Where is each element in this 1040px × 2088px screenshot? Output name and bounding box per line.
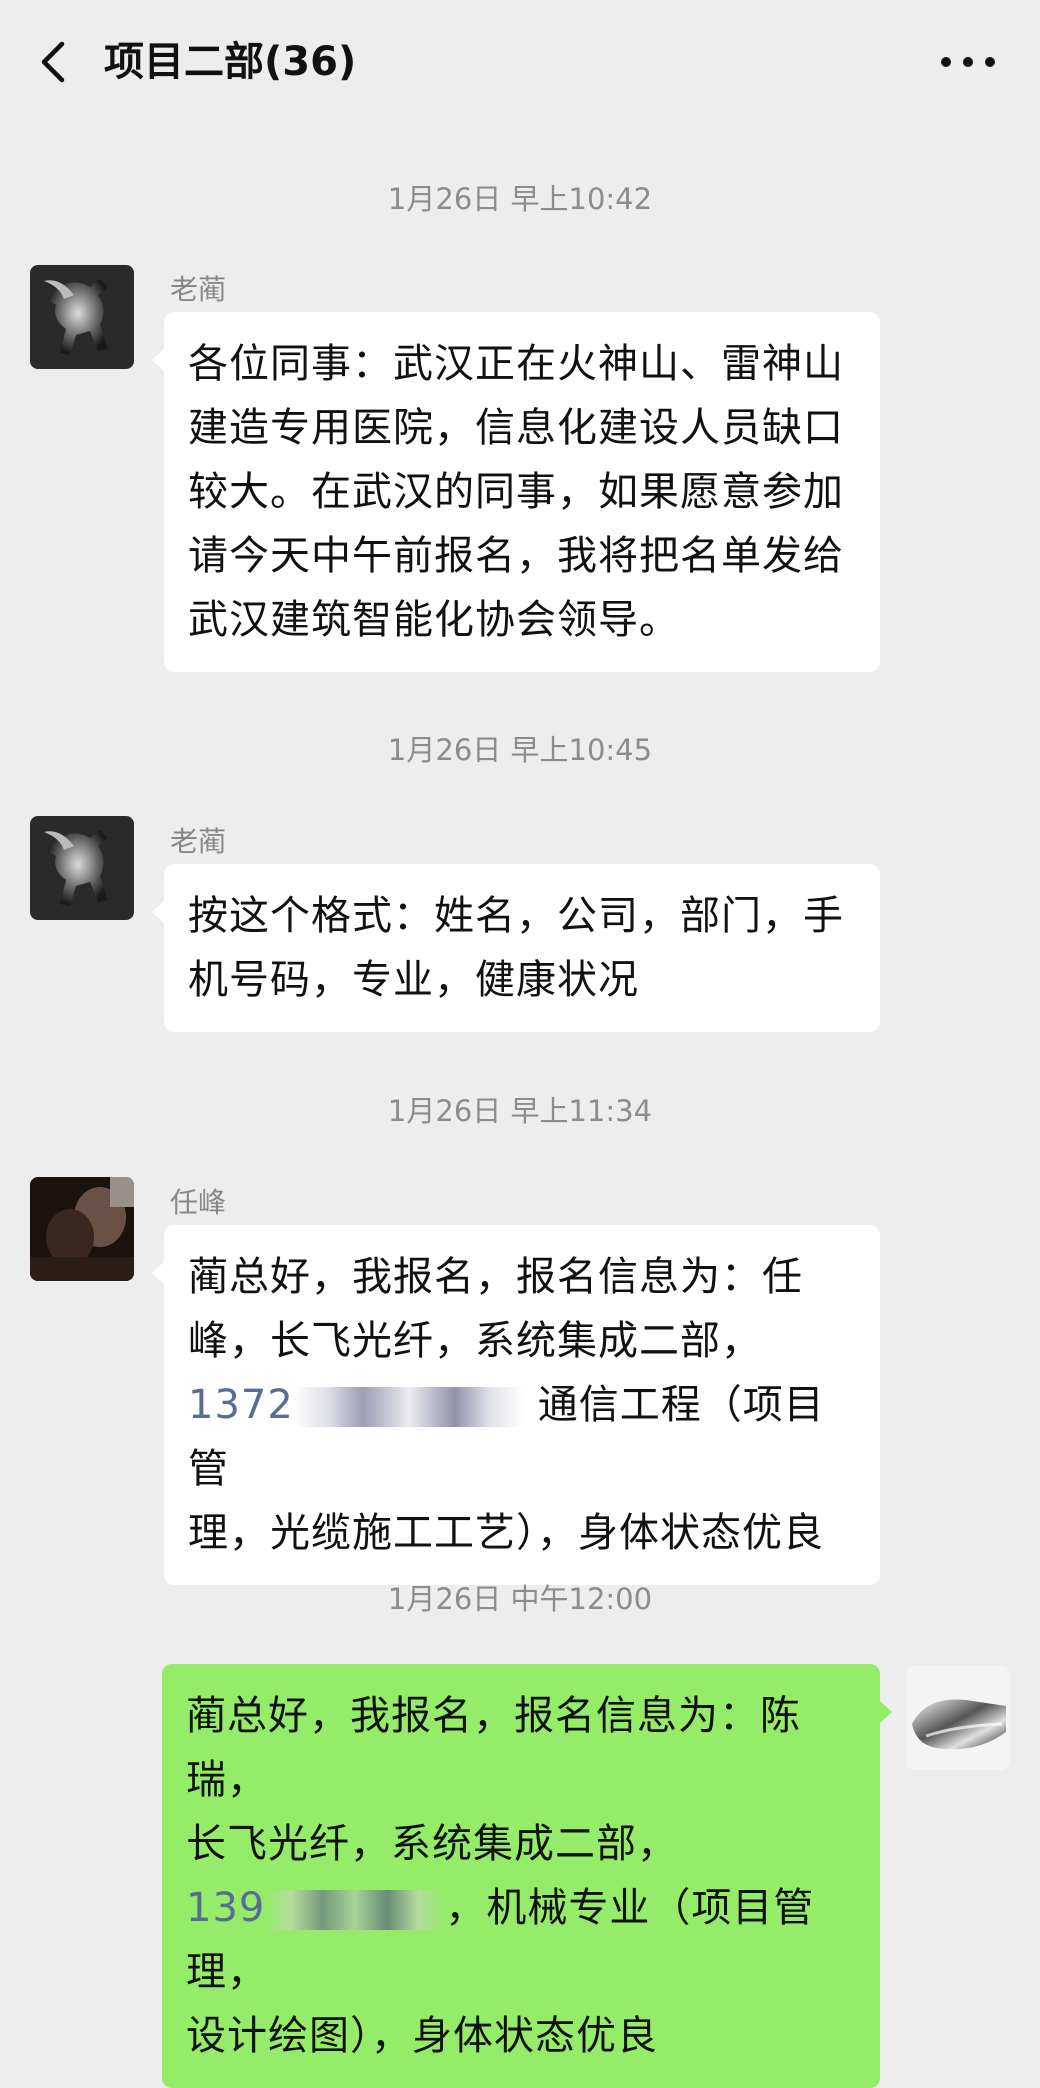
message-line: 峰，长飞光纤，系统集成二部， bbox=[188, 1318, 762, 1364]
message-timestamp: 1月26日 早上10:42 bbox=[387, 182, 653, 216]
message-bubble[interactable]: 按这个格式：姓名，公司，部门，手机号码，专业，健康状况 bbox=[152, 864, 880, 1032]
self-avatar[interactable] bbox=[906, 1666, 1010, 1770]
message-bubble[interactable]: 各位同事：武汉正在火神山、雷神山建造专用医院，信息化建设人员缺口较大。在武汉的同… bbox=[152, 312, 880, 672]
chat-header: 项目二部(36) bbox=[0, 0, 1040, 124]
message-timestamp: 1月26日 中午12:00 bbox=[387, 1582, 653, 1616]
message-bubble-self[interactable]: 蔺总好，我报名，报名信息为：陈瑞， 长飞光纤，系统集成二部， 139 ，机械专业（… bbox=[162, 1664, 892, 2088]
redaction-mosaic bbox=[265, 1890, 446, 1930]
pegasus-avatar-icon bbox=[30, 265, 134, 369]
pegasus-avatar-icon bbox=[30, 816, 134, 920]
avatar[interactable] bbox=[30, 816, 134, 920]
avatar[interactable] bbox=[30, 1177, 134, 1281]
sender-name: 任峰 bbox=[170, 1186, 227, 1219]
message-line: 蔺总好，我报名，报名信息为：陈瑞， bbox=[186, 1693, 801, 1803]
sender-name: 老蔺 bbox=[170, 825, 227, 858]
chat-title: 项目二部(36) bbox=[104, 39, 357, 85]
phone-number[interactable]: 1372 bbox=[188, 1382, 294, 1428]
more-button[interactable] bbox=[936, 34, 1000, 90]
back-button[interactable] bbox=[28, 34, 84, 90]
phone-number[interactable]: 139 bbox=[186, 1885, 265, 1931]
message-line: 1372 通信工程（项目管 bbox=[188, 1373, 856, 1501]
message-bubble[interactable]: 蔺总好，我报名，报名信息为：任 峰，长飞光纤，系统集成二部， 1372 通信工程（… bbox=[152, 1225, 880, 1585]
more-horizontal-icon bbox=[941, 57, 995, 67]
message-line: 长飞光纤，系统集成二部， bbox=[186, 1821, 678, 1867]
message-timestamp: 1月26日 早上11:34 bbox=[387, 1094, 653, 1128]
message-line: 139 ，机械专业（项目管理， bbox=[186, 1876, 856, 2004]
photo-avatar-icon bbox=[30, 1177, 134, 1281]
avatar[interactable] bbox=[30, 265, 134, 369]
message-timestamp: 1月26日 早上10:45 bbox=[387, 733, 653, 767]
message-line: 蔺总好，我报名，报名信息为：任 bbox=[188, 1254, 803, 1300]
chevron-left-icon bbox=[41, 41, 65, 83]
message-line: 设计绘图），身体状态优良 bbox=[186, 2013, 658, 2059]
message-line: 理，光缆施工工艺），身体状态优良 bbox=[188, 1510, 824, 1556]
metal-object-avatar-icon bbox=[906, 1666, 1010, 1770]
redaction-mosaic bbox=[293, 1387, 524, 1427]
sender-name: 老蔺 bbox=[170, 273, 227, 306]
